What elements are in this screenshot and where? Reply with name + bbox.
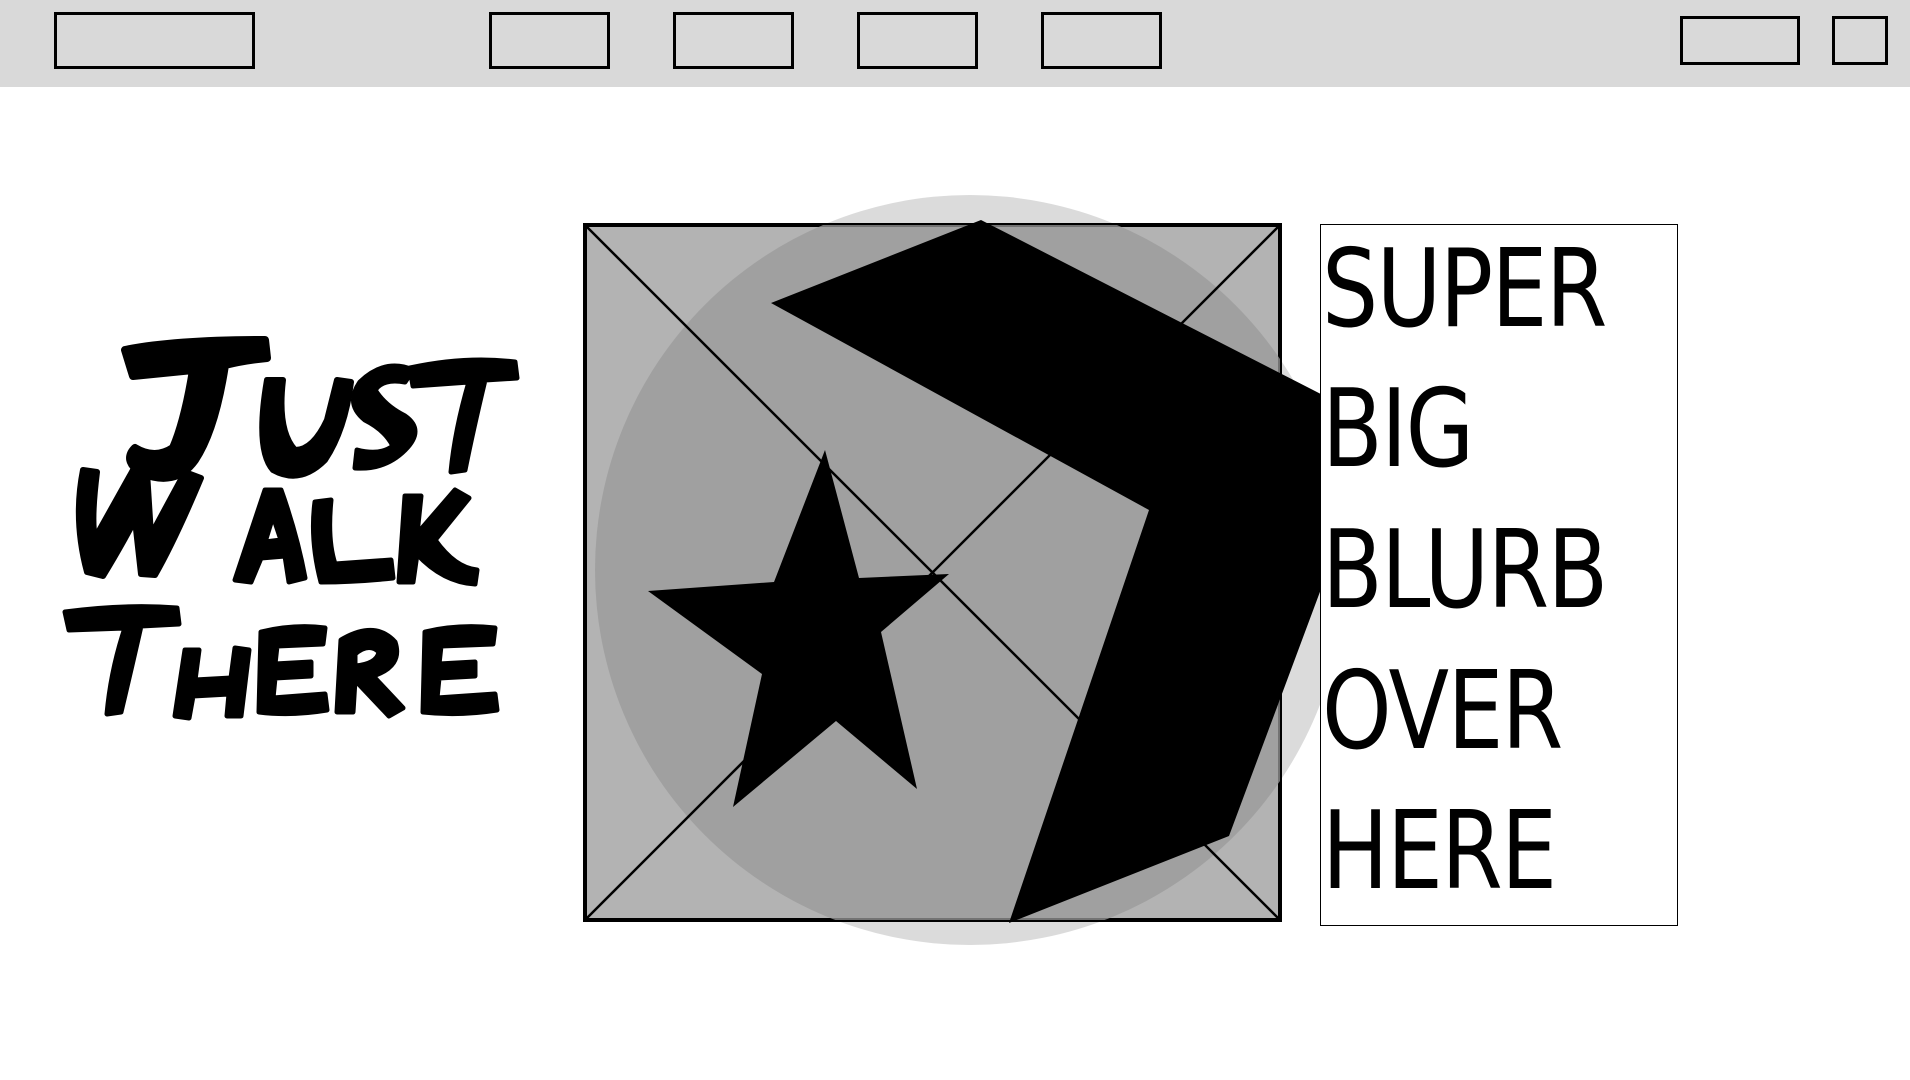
nav-link-3[interactable] (857, 12, 978, 69)
blurb-line-3: BLURB (1322, 508, 1608, 633)
top-navigation-bar (0, 0, 1910, 87)
blurb-line-1: SUPER (1322, 227, 1607, 352)
hero-graphic (583, 195, 1360, 945)
nav-link-4[interactable] (1041, 12, 1162, 69)
logo-placeholder[interactable] (54, 12, 255, 69)
header-action-button[interactable] (1680, 16, 1800, 65)
landing-page: SUPER BIG BLURB OVER HERE (0, 0, 1910, 1080)
blurb-line-2: BIG (1322, 367, 1474, 492)
nav-link-2[interactable] (673, 12, 794, 69)
blurb-line-5: HERE (1322, 789, 1557, 914)
header-icon-button[interactable] (1832, 16, 1888, 65)
nav-link-1[interactable] (489, 12, 610, 69)
headline-brush-lettering (62, 336, 520, 721)
blurb-line-4: OVER (1322, 649, 1563, 774)
